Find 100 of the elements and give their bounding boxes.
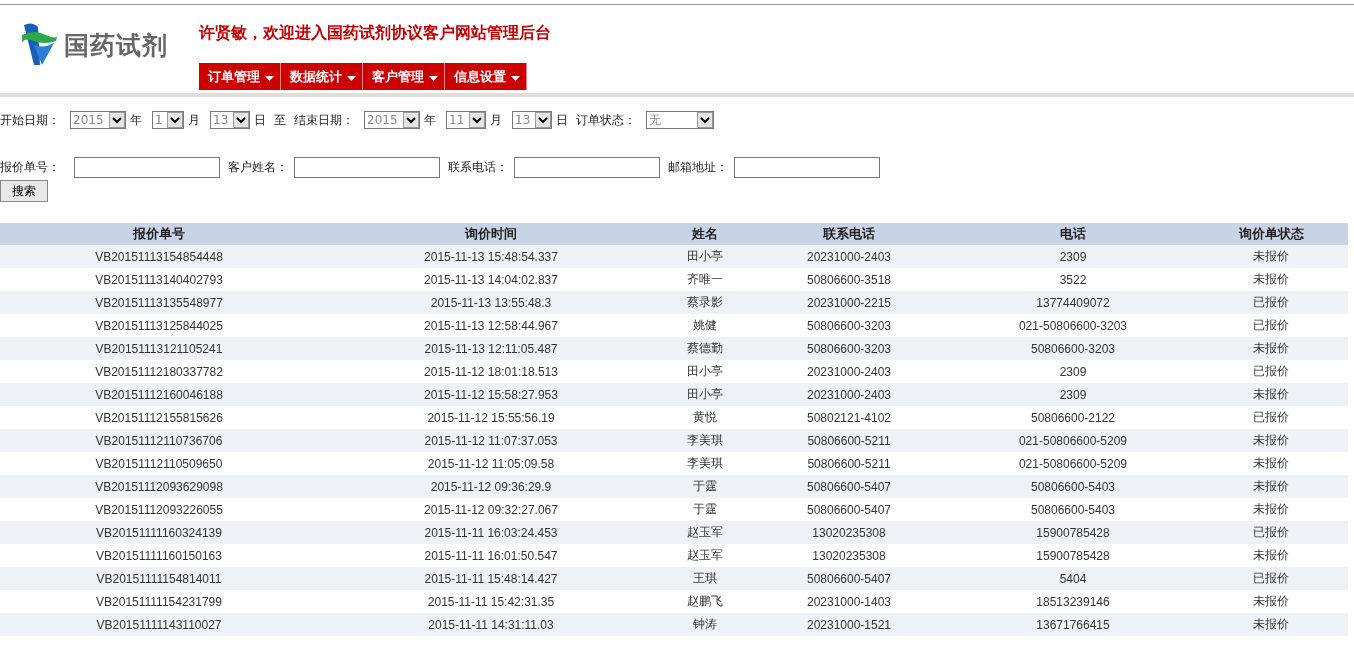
table-cell-text: 2309 <box>1058 364 1088 379</box>
table-cell-text: VB20151112155815626 <box>94 410 224 425</box>
table-cell-text: 2015-11-12 18:01:18.513 <box>423 364 559 379</box>
table-cell-text: 李美琪 <box>686 432 724 449</box>
nav-menu[interactable]: 客户管理 <box>363 63 445 90</box>
filter-label: 结束日期： <box>294 111 354 129</box>
table-cell-text: VB20151113121105241 <box>94 341 224 356</box>
table-cell-text: 齐唯一 <box>686 271 724 288</box>
table-cell-text: 于霆 <box>692 501 718 518</box>
table-cell-text: VB20151111143110027 <box>95 617 223 632</box>
table-cell-text: 2015-11-12 15:55:56.19 <box>426 410 556 425</box>
table-cell-text: 20231000-2403 <box>805 249 893 264</box>
table-cell-text: 50802121-4102 <box>805 410 893 425</box>
table-cell-text: VB20151112180337782 <box>94 364 224 379</box>
table-cell-text: 未报价 <box>1252 386 1290 403</box>
table-cell-text: VB20151111154231799 <box>95 594 223 609</box>
table-cell-text: 田小亭 <box>686 248 724 265</box>
table-cell-text: 18513239146 <box>1035 594 1111 609</box>
search-button[interactable]: 搜索 <box>0 180 48 202</box>
dropdown[interactable]: 1 <box>152 111 184 129</box>
table-cell-text: 已报价 <box>1252 317 1290 334</box>
table-cell-text: 李美琪 <box>686 455 724 472</box>
input-field[interactable] <box>294 157 440 178</box>
table-cell-text: VB20151112093629098 <box>94 479 224 494</box>
table-cell-text: 2015-11-12 11:07:37.053 <box>423 433 559 448</box>
table-cell-text: 2015-11-12 09:32:27.067 <box>423 502 559 517</box>
table-cell-text: 2015-11-11 14:31:11.03 <box>427 617 555 632</box>
table-cell-text: 已报价 <box>1252 524 1290 541</box>
table-cell-text: VB20151113154854448 <box>94 249 224 264</box>
table-cell-text: 50806600-5211 <box>806 433 892 448</box>
table-cell-text: 20231000-2403 <box>805 364 893 379</box>
table-cell-text: 2015-11-13 14:04:02.837 <box>423 272 559 287</box>
dropdown[interactable]: 无 <box>646 111 714 129</box>
table-cell-text: 未报价 <box>1252 478 1290 495</box>
table-cell-text: 2015-11-13 13:55:48.3 <box>429 295 553 310</box>
table-cell-text: 未报价 <box>1252 340 1290 357</box>
table-cell-text: 田小亭 <box>686 386 724 403</box>
filter-label: 年 <box>424 111 436 129</box>
filter-label: 日 <box>556 111 568 129</box>
table-cell-text: 已报价 <box>1252 409 1290 426</box>
table-cell-text: 2015-11-13 12:11:05.487 <box>423 341 559 356</box>
dropdown[interactable]: 2015 <box>70 111 126 129</box>
table-cell-text: VB20151111160324139 <box>95 525 223 540</box>
filter-label: 开始日期： <box>0 111 60 129</box>
column-header: 报价单号 <box>131 225 186 243</box>
table-cell-text: 13020235308 <box>811 548 887 563</box>
table-cell-text: VB20151112093226055 <box>94 502 224 517</box>
nav-menu[interactable]: 订单管理 <box>199 63 281 90</box>
table-cell-text: 021-50806600-5209 <box>1017 433 1129 448</box>
table-cell-text: VB20151112110736706 <box>94 433 224 448</box>
table-cell-text: 2015-11-12 15:58:27.953 <box>423 387 559 402</box>
dropdown[interactable]: 2015 <box>364 111 420 129</box>
table-cell-text: 20231000-1403 <box>805 594 893 609</box>
table-cell-text: 2015-11-11 15:42:31.35 <box>426 594 556 609</box>
caret-icon <box>265 76 274 81</box>
table-cell-text: 20231000-1521 <box>805 617 893 632</box>
table-cell-text: 50806600-5403 <box>1029 502 1117 517</box>
table-cell-text: 021-50806600-5209 <box>1017 456 1129 471</box>
table-cell-text: 50806600-5407 <box>805 571 893 586</box>
table-cell-text: 13774409072 <box>1035 295 1111 310</box>
table-cell-text: 20231000-2215 <box>805 295 893 310</box>
table-cell-text: 赵鹏飞 <box>686 593 724 610</box>
table-cell-text: VB20151113140402793 <box>94 272 224 287</box>
caret-icon <box>347 76 356 81</box>
table-cell-text: 王琪 <box>692 570 718 587</box>
input-field[interactable] <box>514 157 660 178</box>
table-cell-text: 50806600-5403 <box>1029 479 1117 494</box>
table-cell-text: 2015-11-11 16:01:50.547 <box>423 548 559 563</box>
table-cell-text: 蔡德勤 <box>686 340 724 357</box>
table-cell-text: 3522 <box>1058 272 1088 287</box>
table-cell-text: 2015-11-11 16:03:24.453 <box>423 525 559 540</box>
table-cell-text: 2015-11-12 09:36:29.9 <box>429 479 553 494</box>
table-cell-text: 20231000-2403 <box>805 387 893 402</box>
field-label: 报价单号： <box>0 159 60 176</box>
table-cell-text: 未报价 <box>1252 593 1290 610</box>
table-cell-text: VB20151112160046188 <box>94 387 224 402</box>
table-cell-text: 021-50806600-3203 <box>1017 318 1129 333</box>
table-cell-text: 于霆 <box>692 478 718 495</box>
table-cell-text: 已报价 <box>1252 294 1290 311</box>
table-cell-text: 2015-11-12 11:05:09.58 <box>426 456 556 471</box>
field-label: 客户姓名： <box>228 159 288 176</box>
table-cell-text: 未报价 <box>1252 432 1290 449</box>
nav-menu[interactable]: 数据统计 <box>281 63 363 90</box>
table-cell-text: 50806600-5407 <box>805 502 893 517</box>
dropdown[interactable]: 11 <box>446 111 486 129</box>
table-cell-text: 蔡录影 <box>686 294 724 311</box>
input-field[interactable] <box>734 157 880 178</box>
table-cell-text: 已报价 <box>1252 570 1290 587</box>
filter-label: 月 <box>188 111 200 129</box>
filter-label: 日 <box>254 111 266 129</box>
nav-menu[interactable]: 信息设置 <box>445 63 527 90</box>
table-cell-text: VB20151112110509650 <box>94 456 224 471</box>
filter-label: 月 <box>490 111 502 129</box>
dropdown[interactable]: 13 <box>210 111 250 129</box>
dropdown[interactable]: 13 <box>512 111 552 129</box>
filter-label: 年 <box>130 111 142 129</box>
caret-icon <box>511 76 520 81</box>
table-cell-text: 已报价 <box>1252 363 1290 380</box>
table-cell-text: 15900785428 <box>1035 548 1111 563</box>
input-field[interactable] <box>74 157 220 178</box>
